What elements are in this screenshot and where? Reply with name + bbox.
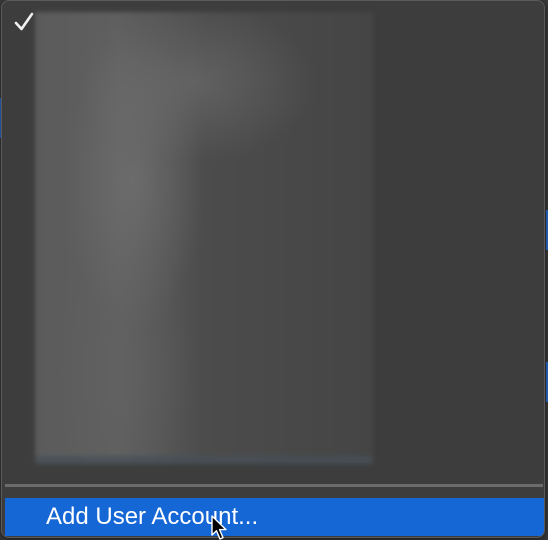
menu-separator xyxy=(5,484,543,487)
checkmark-icon xyxy=(13,11,37,35)
menu-item-label: Add User Account... xyxy=(46,503,259,530)
add-user-account-menu-item[interactable]: Add User Account... xyxy=(5,498,544,536)
account-dropdown-menu: Add User Account... xyxy=(1,0,545,538)
redacted-account-info xyxy=(35,12,373,464)
